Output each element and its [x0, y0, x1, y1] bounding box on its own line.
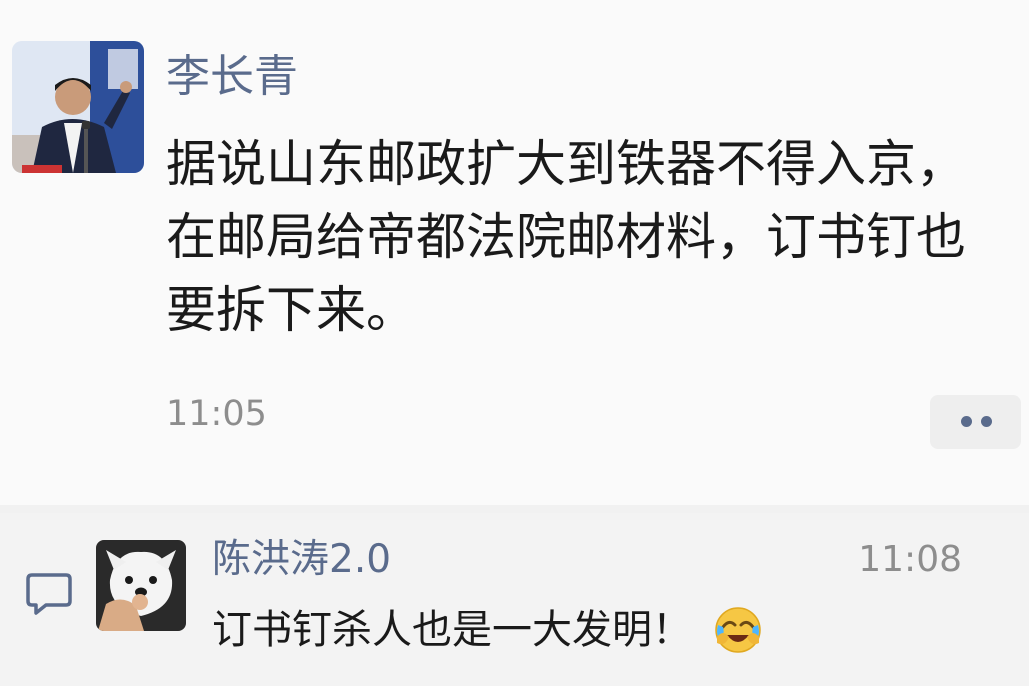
person-photo-avatar-icon [12, 41, 144, 173]
comment-bubble-icon [24, 569, 74, 621]
comment-text: 订书钉杀人也是一大发明！ [212, 607, 692, 653]
section-divider [0, 505, 1029, 513]
post-timestamp: 11:05 [166, 394, 267, 434]
crying-laughing-emoji-icon [713, 605, 763, 655]
author-name[interactable]: 李长青 [166, 48, 298, 106]
comment-timestamp: 11:08 [858, 539, 962, 580]
two-dots-icon-dot [981, 416, 992, 427]
moment-post: 李长青 据说山东邮政扩大到铁器不得入京，在邮局给帝都法院邮材料，订书钉也要拆下来… [0, 0, 1029, 505]
avatar[interactable] [12, 41, 144, 173]
avatar[interactable] [96, 540, 186, 631]
comment-body: 订书钉杀人也是一大发明！ [212, 605, 763, 655]
dog-photo-avatar-icon [96, 540, 186, 631]
comment-section: 陈洪涛2.0 11:08 订书钉杀人也是一大发明！ [0, 513, 1029, 686]
post-content: 据说山东邮政扩大到铁器不得入京，在邮局给帝都法院邮材料，订书钉也要拆下来。 [166, 135, 966, 339]
more-actions-button[interactable] [930, 395, 1021, 449]
two-dots-icon [961, 416, 972, 427]
comment-author[interactable]: 陈洪涛2.0 [212, 535, 391, 585]
